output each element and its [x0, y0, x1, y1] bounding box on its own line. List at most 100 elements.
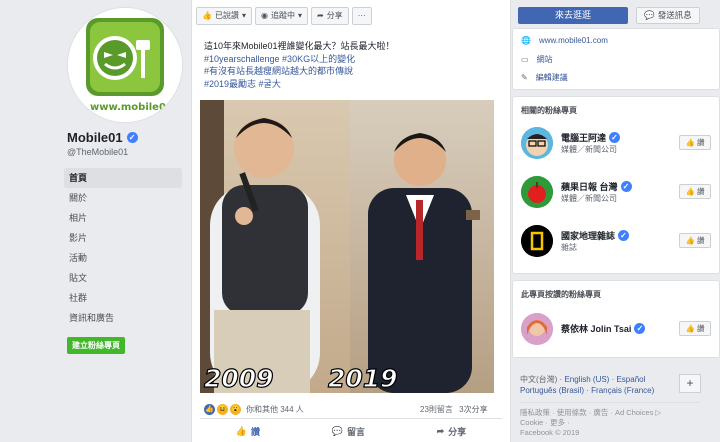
footer-line-1[interactable]: 隱私政策 · 使用條款 · 廣告 · Ad Choices ▷	[520, 408, 700, 418]
photo-year-2019: 2019	[328, 364, 398, 393]
nav-item-about[interactable]: 關於	[64, 188, 182, 208]
footer-line-2[interactable]: Cookie · 更多 ·	[520, 418, 700, 428]
related-page-category: 媒體／新聞公司	[561, 194, 617, 203]
tag-icon: ▭	[521, 55, 529, 64]
nav-item-posts[interactable]: 貼文	[64, 268, 182, 288]
cartoon-face-icon	[521, 127, 553, 159]
liked-page-name[interactable]: 蔡依林 Jolin Tsai ✓	[561, 322, 646, 335]
comments-count[interactable]: 23則留言	[420, 405, 453, 414]
post-actions: 👍 讚 💬 留言 ➦ 分享	[200, 425, 502, 438]
category-row[interactable]: ▭ 網站	[521, 54, 553, 65]
post-line-1: 這10年來Mobile01裡誰變化最大？站長最大啦！	[204, 41, 395, 51]
portrait-icon	[521, 313, 553, 345]
like-label: 讚	[696, 187, 705, 196]
liked-page-row[interactable]: 蔡依林 Jolin Tsai ✓ 👍 讚	[521, 313, 711, 347]
website-row[interactable]: 🌐 www.mobile01.com	[521, 36, 608, 45]
liked-button[interactable]: 👍 已說讚 ▾	[196, 7, 252, 25]
photo-year-2009: 2009	[204, 364, 274, 393]
like-action-label: 讚	[251, 427, 261, 437]
related-page-name[interactable]: 蘋果日報 台灣 ✓	[561, 180, 632, 193]
verified-badge-icon: ✓	[620, 181, 632, 192]
related-page-avatar[interactable]	[521, 127, 553, 159]
post-divider	[200, 418, 502, 419]
language-link-es[interactable]: Español	[616, 375, 645, 384]
send-message-button[interactable]: 💬 發送訊息	[636, 7, 700, 24]
share-button[interactable]: ➦ 分享	[310, 7, 349, 25]
language-link-pt[interactable]: Português (Brasil)	[520, 386, 584, 395]
logo-text: www.mobile01.com	[90, 102, 183, 113]
share-action-label: 分享	[448, 427, 467, 437]
create-page-button[interactable]: 建立粉絲專頁	[67, 337, 125, 354]
related-page-avatar[interactable]	[521, 176, 553, 208]
related-page-row[interactable]: 電腦王阿達 ✓ 媒體／新聞公司 👍 讚	[521, 127, 711, 161]
like-page-button[interactable]: 👍 讚	[679, 184, 711, 199]
verified-badge-icon: ✓	[126, 132, 138, 143]
post-line-2[interactable]: #10yearschallenge #30KG以上的變化	[204, 53, 504, 66]
like-label: 讚	[696, 324, 705, 333]
share-label: 分享	[326, 11, 343, 20]
following-label: 追蹤中	[270, 11, 295, 20]
share-arrow-icon: ➦	[436, 426, 445, 436]
footer-links: 隱私政策 · 使用條款 · 廣告 · Ad Choices ▷ Cookie ·…	[520, 408, 700, 438]
nav-item-events[interactable]: 活動	[64, 248, 182, 268]
reactions-text: 你和其他 344 人	[246, 405, 304, 414]
globe-icon: 🌐	[521, 36, 531, 45]
language-link-en[interactable]: English (US)	[564, 375, 609, 384]
like-page-button[interactable]: 👍 讚	[679, 321, 711, 336]
related-page-name[interactable]: 電腦王阿達 ✓	[561, 131, 621, 144]
page-name: Mobile01	[67, 130, 123, 145]
like-page-button[interactable]: 👍 讚	[679, 233, 711, 248]
like-action-button[interactable]: 👍 讚	[236, 425, 260, 438]
verified-badge-icon: ✓	[634, 323, 646, 334]
related-page-name[interactable]: 國家地理雜誌 ✓	[561, 229, 630, 242]
share-action-button[interactable]: ➦ 分享	[437, 425, 467, 438]
liked-page-avatar[interactable]	[521, 313, 553, 345]
edit-suggestion-row[interactable]: ✎ 編輯建議	[521, 72, 568, 83]
before-after-photo: 2009 2019	[200, 100, 494, 393]
verified-badge-icon: ✓	[618, 230, 630, 241]
messenger-icon: 💬	[644, 10, 655, 20]
send-message-label: 發送訊息	[657, 10, 692, 20]
post-line-4[interactable]: #2019最勵志 #굴大	[204, 78, 504, 91]
visit-button[interactable]: 來去逛逛	[518, 7, 628, 24]
nav-item-photos[interactable]: 相片	[64, 208, 182, 228]
liked-pages-card: 此專頁按讚的粉絲專頁 蔡依林 Jolin Tsai ✓ 👍 讚	[512, 280, 720, 358]
nav-item-community[interactable]: 社群	[64, 288, 182, 308]
nav-item-info-ads[interactable]: 資訊和廣告	[64, 308, 182, 328]
more-languages-button[interactable]: +	[679, 374, 701, 393]
pencil-icon: ✎	[521, 73, 528, 82]
nav-item-videos[interactable]: 影片	[64, 228, 182, 248]
page-avatar[interactable]: www.mobile01.com	[67, 7, 183, 123]
related-page-avatar[interactable]	[521, 225, 553, 257]
related-page-row[interactable]: 蘋果日報 台灣 ✓ 媒體／新聞公司 👍 讚	[521, 176, 711, 210]
related-page-category: 媒體／新聞公司	[561, 145, 617, 154]
post-toolbar: 👍 已說讚 ▾ ◉ 追蹤中 ▾ ➦ 分享 ···	[196, 7, 372, 25]
shares-count[interactable]: 3次分享	[459, 405, 487, 414]
edit-suggestion-link[interactable]: 編輯建議	[536, 72, 568, 83]
post-photo[interactable]: 2009 2019	[200, 100, 494, 393]
reaction-summary[interactable]: 👍 😆 😮 你和其他 344 人	[204, 404, 304, 415]
related-pages-card: 相關的粉絲專頁 電腦王阿達 ✓ 媒體／新聞公司 👍 讚 蘋果日報 台灣 ✓ 媒體／新…	[512, 96, 720, 274]
post-body: 這10年來Mobile01裡誰變化最大？站長最大啦！ #10yearschall…	[204, 40, 504, 90]
liked-pages-title: 此專頁按讚的粉絲專頁	[521, 290, 601, 299]
website-link[interactable]: www.mobile01.com	[539, 36, 608, 45]
footer-divider	[520, 402, 700, 403]
page-title[interactable]: Mobile01 ✓	[67, 130, 138, 145]
current-language: 中文(台灣)	[520, 375, 558, 384]
like-page-button[interactable]: 👍 讚	[679, 135, 711, 150]
apple-logo-icon	[521, 176, 553, 208]
thumbs-up-icon: 👍	[235, 426, 248, 436]
verified-badge-icon: ✓	[609, 132, 621, 143]
related-page-row[interactable]: 國家地理雜誌 ✓ 雜誌 👍 讚	[521, 225, 711, 259]
related-pages-title: 相關的粉絲專頁	[521, 106, 577, 115]
post-line-3[interactable]: #有沒有站長越瘦網站越大的都市傳說	[204, 65, 504, 78]
page-handle[interactable]: @TheMobile01	[67, 147, 128, 157]
like-reaction-icon: 👍	[204, 404, 215, 415]
language-link-fr[interactable]: Français (France)	[591, 386, 654, 395]
nav-item-home[interactable]: 首頁	[64, 168, 182, 188]
comment-action-button[interactable]: 💬 留言	[332, 425, 365, 438]
following-button[interactable]: ◉ 追蹤中 ▾	[254, 7, 308, 25]
share-arrow-icon: ➦	[316, 11, 324, 20]
category-link[interactable]: 網站	[537, 54, 553, 65]
more-button[interactable]: ···	[351, 7, 372, 25]
